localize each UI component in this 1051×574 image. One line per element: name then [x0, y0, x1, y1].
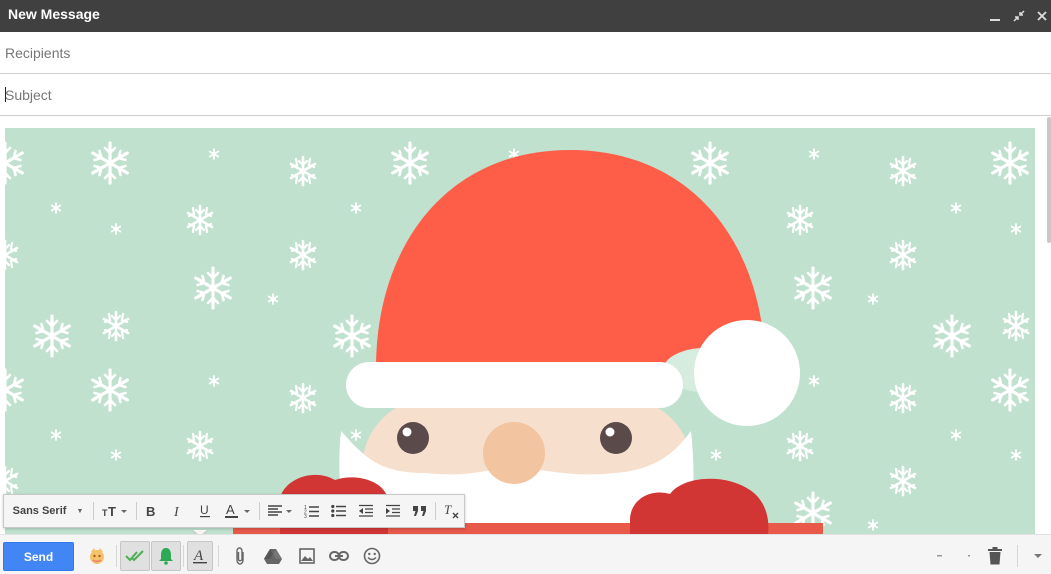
- trash-icon[interactable]: [980, 541, 1010, 571]
- italic-icon[interactable]: I: [166, 495, 190, 527]
- toolbar-divider: [116, 545, 117, 567]
- remove-formatting-icon[interactable]: T: [439, 495, 463, 527]
- text-size-icon[interactable]: TT: [97, 495, 133, 527]
- mailtrack-icon[interactable]: [82, 541, 112, 571]
- svg-text:I: I: [173, 505, 180, 518]
- double-check-icon[interactable]: [120, 541, 150, 571]
- body-scrollbar[interactable]: [1047, 117, 1051, 243]
- compose-window: New Message Recipients Subject Sans Seri…: [0, 0, 1051, 574]
- bell-icon[interactable]: [151, 541, 181, 571]
- quote-icon[interactable]: [408, 495, 432, 527]
- svg-text:T: T: [444, 503, 452, 517]
- svg-text:B: B: [146, 504, 155, 518]
- photo-icon[interactable]: [292, 541, 322, 571]
- toolbar-divider: [183, 545, 184, 567]
- svg-text:T: T: [108, 504, 116, 518]
- toolbar-divider: [435, 502, 436, 520]
- bulleted-list-icon[interactable]: [327, 495, 351, 527]
- toolbar-divider: [218, 545, 219, 567]
- more-options-icon[interactable]: [1025, 541, 1051, 571]
- window-title: New Message: [8, 6, 100, 22]
- dot-indicator-icon: [930, 541, 950, 571]
- toolbar-divider: [93, 502, 94, 520]
- numbered-list-icon[interactable]: 123: [300, 495, 324, 527]
- indent-less-icon[interactable]: [354, 495, 378, 527]
- svg-text:A: A: [193, 548, 204, 564]
- attach-icon[interactable]: [225, 541, 255, 571]
- minimize-icon[interactable]: [983, 0, 1007, 32]
- svg-text:A: A: [226, 503, 235, 517]
- text-color-icon[interactable]: A: [220, 495, 256, 527]
- chevron-down-icon: ▼: [76, 507, 84, 515]
- message-body[interactable]: [0, 117, 1051, 534]
- bold-icon[interactable]: B: [139, 495, 163, 527]
- underline-icon[interactable]: U: [193, 495, 217, 527]
- subject-placeholder: Subject: [5, 87, 52, 103]
- align-icon[interactable]: [263, 495, 297, 527]
- title-bar[interactable]: New Message: [0, 0, 1051, 32]
- formatting-toolbar: Sans Serif ▼ TT B I U A 123 T: [3, 494, 465, 528]
- emoji-icon[interactable]: [357, 541, 387, 571]
- toolbar-divider: [1017, 545, 1018, 567]
- formatting-options-icon[interactable]: A: [187, 541, 213, 571]
- send-button[interactable]: Send: [3, 542, 74, 571]
- recipients-field[interactable]: Recipients: [0, 32, 1051, 74]
- font-family-value: Sans Serif: [12, 505, 67, 517]
- toolbar-divider: [259, 502, 260, 520]
- svg-text:3: 3: [304, 514, 307, 518]
- link-icon[interactable]: [324, 541, 354, 571]
- drive-icon[interactable]: [258, 541, 288, 571]
- text-cursor: [5, 87, 6, 102]
- toolbar-divider: [136, 502, 137, 520]
- font-family-select[interactable]: Sans Serif ▼: [6, 495, 90, 527]
- indent-more-icon[interactable]: [381, 495, 405, 527]
- svg-text:U: U: [200, 503, 209, 517]
- pop-out-icon[interactable]: [1007, 0, 1031, 32]
- dot-indicator-icon: [960, 541, 980, 571]
- subject-field[interactable]: Subject: [0, 74, 1051, 116]
- bottom-toolbar: Send A: [0, 534, 1051, 574]
- christmas-santa-image: [5, 128, 1035, 534]
- close-icon[interactable]: [1030, 0, 1051, 32]
- recipients-placeholder: Recipients: [5, 45, 71, 61]
